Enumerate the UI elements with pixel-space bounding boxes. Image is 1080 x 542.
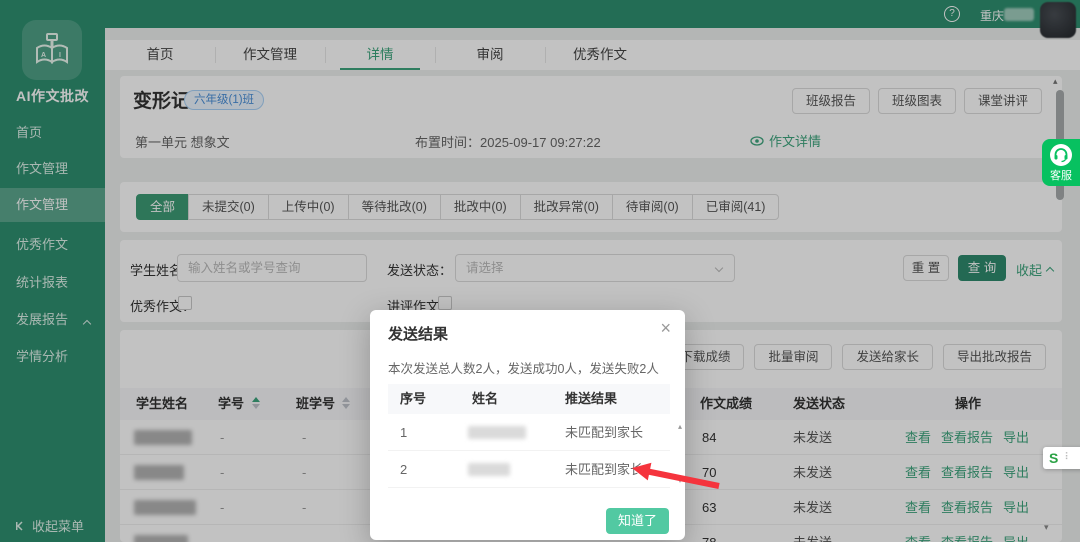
send-result-modal: 发送结果 × 本次发送总人数2人，发送成功0人，发送失败2人 序号 姓名 推送结…: [370, 310, 685, 540]
customer-service-button[interactable]: 客服: [1042, 139, 1080, 186]
app-screen: ? 重庆 A I AI作文批改 首页 作文管理 作文管理 优秀作文 统计报表 发…: [0, 0, 1080, 542]
row-no: 1: [400, 425, 408, 440]
wps-more-icon: ⠇: [1064, 452, 1072, 463]
row-no: 2: [400, 462, 408, 477]
col-name: 姓名: [472, 391, 499, 406]
got-it-button[interactable]: 知道了: [605, 508, 669, 534]
wps-logo-icon: S: [1049, 450, 1059, 466]
send-summary: 本次发送总人数2人，发送成功0人，发送失败2人: [388, 362, 659, 376]
col-no: 序号: [400, 391, 427, 406]
push-result: 未匹配到家长: [565, 425, 644, 440]
customer-service-label: 客服: [1050, 170, 1072, 182]
modal-title: 发送结果: [388, 326, 449, 343]
modal-scroll-up-icon[interactable]: ▴: [678, 422, 682, 431]
modal-table-header: 序号 姓名 推送结果: [388, 384, 670, 414]
modal-table-row: 1 未匹配到家长: [388, 414, 670, 451]
student-name-redacted: [468, 426, 526, 439]
headset-icon: [1050, 144, 1072, 166]
red-annotation-arrow: [632, 462, 720, 489]
wps-float-widget[interactable]: S ⠇: [1043, 447, 1080, 469]
student-name-redacted: [468, 463, 510, 476]
close-icon[interactable]: ×: [660, 318, 671, 339]
col-push-result: 推送结果: [565, 391, 618, 406]
